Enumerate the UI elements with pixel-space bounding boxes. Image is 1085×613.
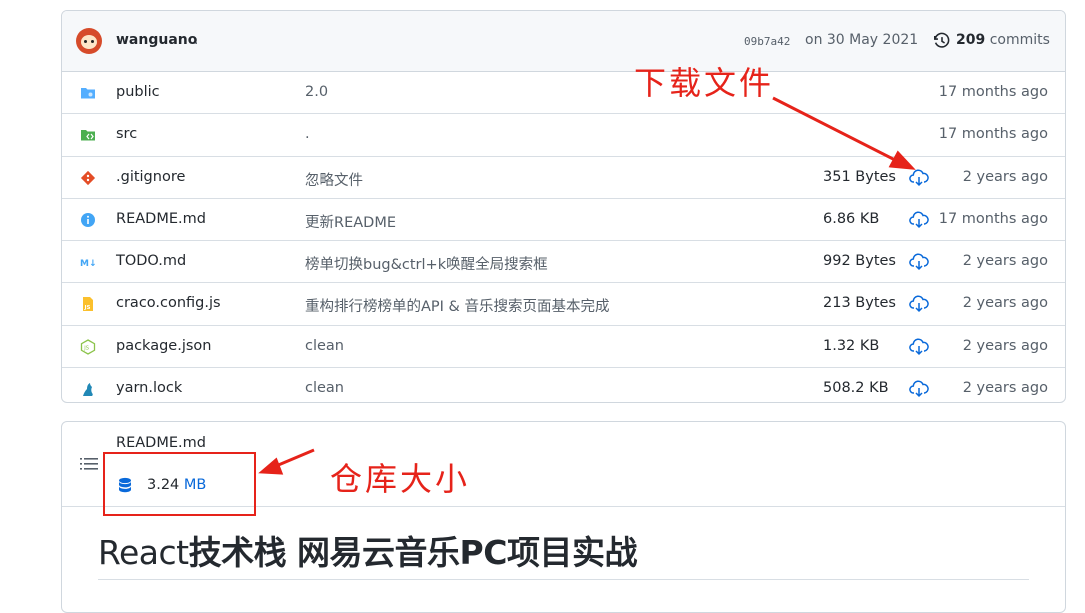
file-age: 2 years ago bbox=[962, 253, 1048, 270]
file-row[interactable]: M↓ TODO.md 榜单切换bug&ctrl+k唤醒全局搜索框 992 Bytes 2… bbox=[62, 240, 1065, 282]
readme-box: README.md 3.24 MB React技术栈 网易云音乐PC项目实战 bbox=[61, 421, 1066, 613]
file-commit-message-link[interactable]: 更新README bbox=[305, 211, 396, 232]
download-icon[interactable] bbox=[909, 295, 929, 313]
file-row[interactable]: yarn.lock clean 508.2 KB 2 years ago bbox=[62, 367, 1065, 402]
file-size: 6.86 KB bbox=[823, 210, 880, 227]
file-rows: public 2.0 17 months ago src. 17 months ago.… bbox=[62, 72, 1065, 402]
folder-icon bbox=[80, 85, 96, 101]
svg-text:M↓: M↓ bbox=[80, 259, 96, 269]
commit-date: on 30 May 2021 bbox=[805, 32, 919, 48]
file-name-link[interactable]: TODO.md bbox=[116, 253, 186, 269]
markdown-icon: M↓ bbox=[80, 254, 97, 270]
file-name-link[interactable]: public bbox=[116, 84, 160, 100]
author-avatar[interactable] bbox=[76, 28, 102, 54]
file-list-box: wanguano . 09b7a42 on 30 May 2021 209 co… bbox=[61, 10, 1066, 403]
file-row[interactable]: JS package.json clean 1.32 KB 2 years ago bbox=[62, 324, 1065, 367]
folder-src-icon bbox=[80, 127, 96, 143]
file-name-link[interactable]: .gitignore bbox=[116, 169, 185, 185]
latest-commit-bar: wanguano . 09b7a42 on 30 May 2021 209 co… bbox=[62, 11, 1065, 72]
readme-title-link[interactable]: README.md bbox=[116, 435, 206, 451]
file-commit-message-link[interactable]: clean bbox=[305, 380, 344, 396]
repo-size-highlight-box bbox=[103, 452, 256, 516]
file-name-link[interactable]: src bbox=[116, 126, 137, 142]
download-icon[interactable] bbox=[909, 169, 929, 187]
info-icon bbox=[80, 212, 96, 228]
file-commit-message-link[interactable]: 重构排行榜榜单的API & 音乐搜索页面基本完成 bbox=[305, 295, 609, 316]
download-icon[interactable] bbox=[909, 338, 929, 356]
history-icon bbox=[934, 32, 950, 48]
file-name-link[interactable]: craco.config.js bbox=[116, 295, 221, 311]
file-size: 351 Bytes bbox=[823, 168, 896, 185]
file-size: 213 Bytes bbox=[823, 295, 896, 312]
download-icon[interactable] bbox=[909, 380, 929, 398]
readme-heading: React技术栈 网易云音乐PC项目实战 bbox=[98, 533, 637, 572]
file-commit-message-link[interactable]: . bbox=[305, 126, 310, 142]
repo-size-annotation-label: 仓库大小 bbox=[330, 460, 471, 498]
file-row[interactable]: src. 17 months ago bbox=[62, 113, 1065, 155]
file-row[interactable]: README.md 更新README 6.86 KB 17 months ago bbox=[62, 197, 1065, 240]
commit-author-link[interactable]: wanguano bbox=[116, 32, 197, 48]
file-commit-message-link[interactable]: 榜单切换bug&ctrl+k唤醒全局搜索框 bbox=[305, 253, 548, 274]
file-age: 2 years ago bbox=[962, 380, 1048, 397]
file-size: 992 Bytes bbox=[823, 253, 896, 270]
file-name-link[interactable]: package.json bbox=[116, 338, 211, 354]
file-size: 1.32 KB bbox=[823, 337, 880, 354]
file-age: 2 years ago bbox=[962, 337, 1048, 354]
file-name-link[interactable]: yarn.lock bbox=[116, 380, 182, 396]
svg-text:JS: JS bbox=[84, 305, 91, 311]
table-of-contents-icon[interactable] bbox=[80, 456, 98, 472]
commit-sha-link[interactable]: 09b7a42 bbox=[744, 35, 790, 48]
file-row[interactable]: public 2.0 17 months ago bbox=[62, 72, 1065, 113]
download-icon[interactable] bbox=[909, 211, 929, 229]
file-row[interactable]: JS craco.config.js 重构排行榜榜单的API & 音乐搜索页面基本完… bbox=[62, 282, 1065, 324]
file-age: 17 months ago bbox=[938, 84, 1048, 100]
file-commit-message-link[interactable]: 忽略文件 bbox=[305, 169, 363, 190]
download-icon[interactable] bbox=[909, 253, 929, 271]
file-age: 17 months ago bbox=[938, 126, 1048, 143]
git-icon bbox=[80, 170, 96, 186]
heading-divider bbox=[98, 579, 1029, 580]
file-commit-message-link[interactable]: 2.0 bbox=[305, 84, 328, 100]
commits-count-link[interactable]: 209 commits bbox=[956, 32, 1050, 48]
file-row[interactable]: .gitignore 忽略文件 351 Bytes 2 years ago bbox=[62, 155, 1065, 198]
nodejs-icon: JS bbox=[80, 339, 96, 355]
file-age: 2 years ago bbox=[962, 295, 1048, 312]
download-annotation-label: 下载文件 bbox=[634, 64, 775, 102]
js-icon: JS bbox=[80, 296, 96, 312]
file-name-link[interactable]: README.md bbox=[116, 211, 206, 227]
file-commit-message-link[interactable]: clean bbox=[305, 338, 344, 354]
file-age: 2 years ago bbox=[962, 168, 1048, 185]
file-size: 508.2 KB bbox=[823, 380, 889, 397]
file-age: 17 months ago bbox=[938, 210, 1048, 227]
svg-text:JS: JS bbox=[83, 345, 89, 351]
yarn-icon bbox=[80, 381, 96, 397]
commit-message[interactable]: . bbox=[194, 32, 198, 48]
